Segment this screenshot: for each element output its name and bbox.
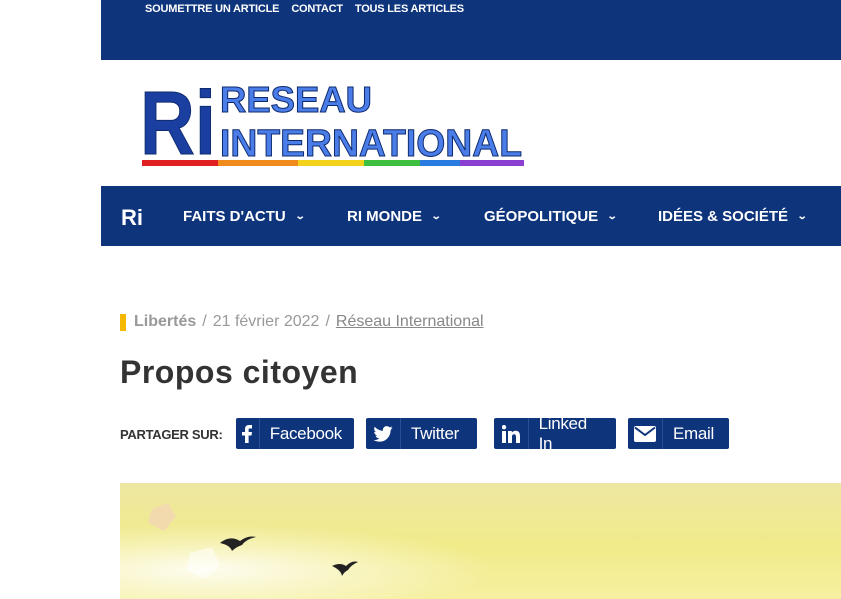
top-bar: SOUMETTRE UN ARTICLE CONTACT TOUS LES AR…	[101, 0, 841, 60]
article-category[interactable]: Libertés	[134, 313, 196, 331]
share-button-label: Linked In	[538, 413, 588, 453]
nav-item-idees-societe[interactable]: IDÉES & SOCIÉTÉ ⌄	[658, 186, 808, 246]
nav-item-label: RI MONDE	[347, 207, 422, 225]
nav-item-geopolitique[interactable]: GÉOPOLITIQUE ⌄	[484, 186, 618, 246]
logo-line1: RESEAU	[220, 79, 372, 120]
share-email-button[interactable]: Email	[628, 418, 729, 449]
nav-item-label: GÉOPOLITIQUE	[484, 207, 599, 225]
nav-item-ri-monde[interactable]: RI MONDE ⌄	[347, 186, 442, 246]
chevron-down-icon: ⌄	[796, 210, 808, 222]
nav-home-logo-mark: Ri	[121, 207, 143, 227]
logo-line2: INTERNATIONAL	[220, 123, 522, 165]
top-link-contact[interactable]: CONTACT	[291, 3, 343, 15]
envelope-icon	[628, 418, 663, 449]
meta-separator: /	[202, 313, 207, 330]
chevron-down-icon: ⌄	[606, 210, 618, 222]
nav-home-logo[interactable]: Ri	[121, 207, 143, 227]
facebook-icon	[236, 418, 260, 449]
top-links: SOUMETTRE UN ARTICLE CONTACT TOUS LES AR…	[145, 3, 464, 15]
article-author-link[interactable]: Réseau International	[336, 313, 484, 331]
share-button-label: Facebook	[269, 423, 343, 443]
site-logo[interactable]: Ri RESEAU INTERNATIONAL	[140, 76, 530, 168]
chevron-down-icon: ⌄	[430, 210, 442, 222]
share-button-label: Twitter	[411, 423, 459, 443]
nav-item-faits-dactu[interactable]: FAITS D'ACTU ⌄	[183, 186, 306, 246]
nav-item-label: IDÉES & SOCIÉTÉ	[658, 207, 789, 225]
article-meta: Libertés / 21 février 2022 / Réseau Inte…	[120, 313, 484, 331]
article-hero-image	[120, 483, 841, 599]
share-facebook-button[interactable]: Facebook	[236, 418, 354, 449]
article-title: Propos citoyen	[120, 354, 359, 390]
top-link-all-articles[interactable]: TOUS LES ARTICLES	[355, 3, 464, 15]
category-marker	[120, 313, 126, 331]
nav-item-label: FAITS D'ACTU	[183, 207, 286, 225]
chevron-down-icon: ⌄	[294, 210, 306, 222]
share-label: PARTAGER SUR:	[120, 427, 223, 442]
linkedin-icon	[494, 418, 529, 449]
logo-mark: Ri	[140, 76, 216, 168]
main-navbar: Ri FAITS D'ACTU ⌄ RI MONDE ⌄ GÉOPOLITIQU…	[101, 186, 841, 246]
article-date: 21 février 2022	[212, 313, 320, 330]
top-link-submit-article[interactable]: SOUMETTRE UN ARTICLE	[145, 3, 280, 15]
meta-separator: /	[325, 313, 330, 330]
share-linkedin-button[interactable]: Linked In	[494, 414, 616, 453]
share-twitter-button[interactable]: Twitter	[366, 418, 477, 449]
logo-rainbow-strip	[142, 160, 524, 166]
twitter-icon	[366, 418, 401, 449]
share-button-label: Email	[673, 423, 715, 443]
